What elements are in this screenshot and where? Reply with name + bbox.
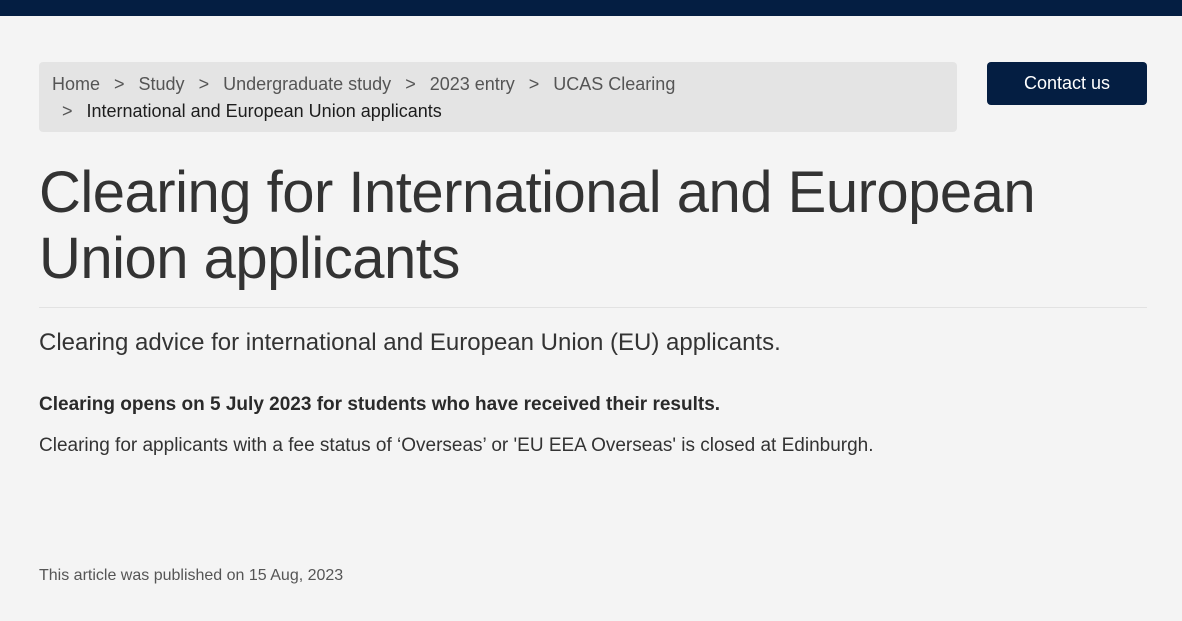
breadcrumb-item-study[interactable]: Study [139, 74, 185, 94]
breadcrumb-separator: > [198, 74, 210, 94]
breadcrumb-item-2023-entry[interactable]: 2023 entry [430, 74, 515, 94]
breadcrumb-item-undergraduate-study[interactable]: Undergraduate study [223, 74, 391, 94]
title-divider [39, 307, 1147, 308]
clearing-closed-paragraph: Clearing for applicants with a fee statu… [39, 435, 874, 456]
breadcrumb-separator: > [114, 74, 125, 94]
breadcrumb-current-page: International and European Union applica… [86, 101, 442, 121]
breadcrumb-row: > International and European Union applic… [52, 98, 944, 125]
lead-paragraph: Clearing advice for international and Eu… [39, 329, 781, 356]
breadcrumb-item-home[interactable]: Home [52, 74, 100, 94]
published-date: This article was published on 15 Aug, 20… [39, 567, 344, 584]
breadcrumb-row: Home > Study > Undergraduate study >2023 entr… [52, 71, 944, 98]
breadcrumb-item-ucas-clearing[interactable]: UCAS Clearing [553, 74, 675, 94]
top-brand-bar [0, 0, 1182, 16]
breadcrumb-separator: > [528, 74, 540, 94]
breadcrumb: Home > Study > Undergraduate study >2023 entr… [39, 62, 957, 132]
breadcrumb-separator: > [405, 74, 416, 94]
clearing-opens-note: Clearing opens on 5 July 2023 for studen… [39, 394, 721, 415]
page-title: Clearing for International and European … [39, 160, 1036, 291]
contact-us-button[interactable]: Contact us [987, 62, 1147, 105]
breadcrumb-separator: > [62, 101, 73, 121]
